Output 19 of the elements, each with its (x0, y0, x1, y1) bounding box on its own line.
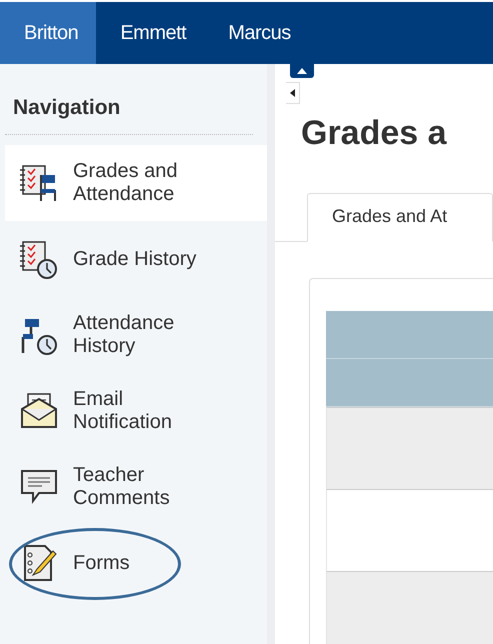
student-tab[interactable]: Britton (0, 2, 96, 64)
student-tab[interactable]: Emmett (96, 2, 204, 64)
envelope-icon (19, 391, 59, 431)
caret-left-icon (290, 89, 295, 97)
nav-item[interactable]: Grades and Attendance (5, 145, 267, 221)
nav-item[interactable]: Teacher Comments (5, 449, 267, 525)
collapse-up-button[interactable] (290, 64, 314, 78)
nav-item[interactable]: Forms (5, 525, 267, 601)
checklist-chair-icon (19, 163, 59, 203)
collapse-left-button[interactable] (286, 82, 300, 104)
navigation-heading: Navigation (5, 64, 253, 135)
nav-item[interactable]: Email Notification (5, 373, 267, 449)
content-tab[interactable]: Grades and At (307, 193, 493, 242)
student-tab[interactable]: Marcus (204, 2, 309, 64)
caret-up-icon (297, 68, 307, 74)
checklist-clock-icon (19, 239, 59, 279)
page-title: Grades a (301, 114, 448, 153)
nav-item[interactable]: Attendance History (5, 297, 267, 373)
nav-item[interactable]: Grade History (5, 221, 267, 297)
